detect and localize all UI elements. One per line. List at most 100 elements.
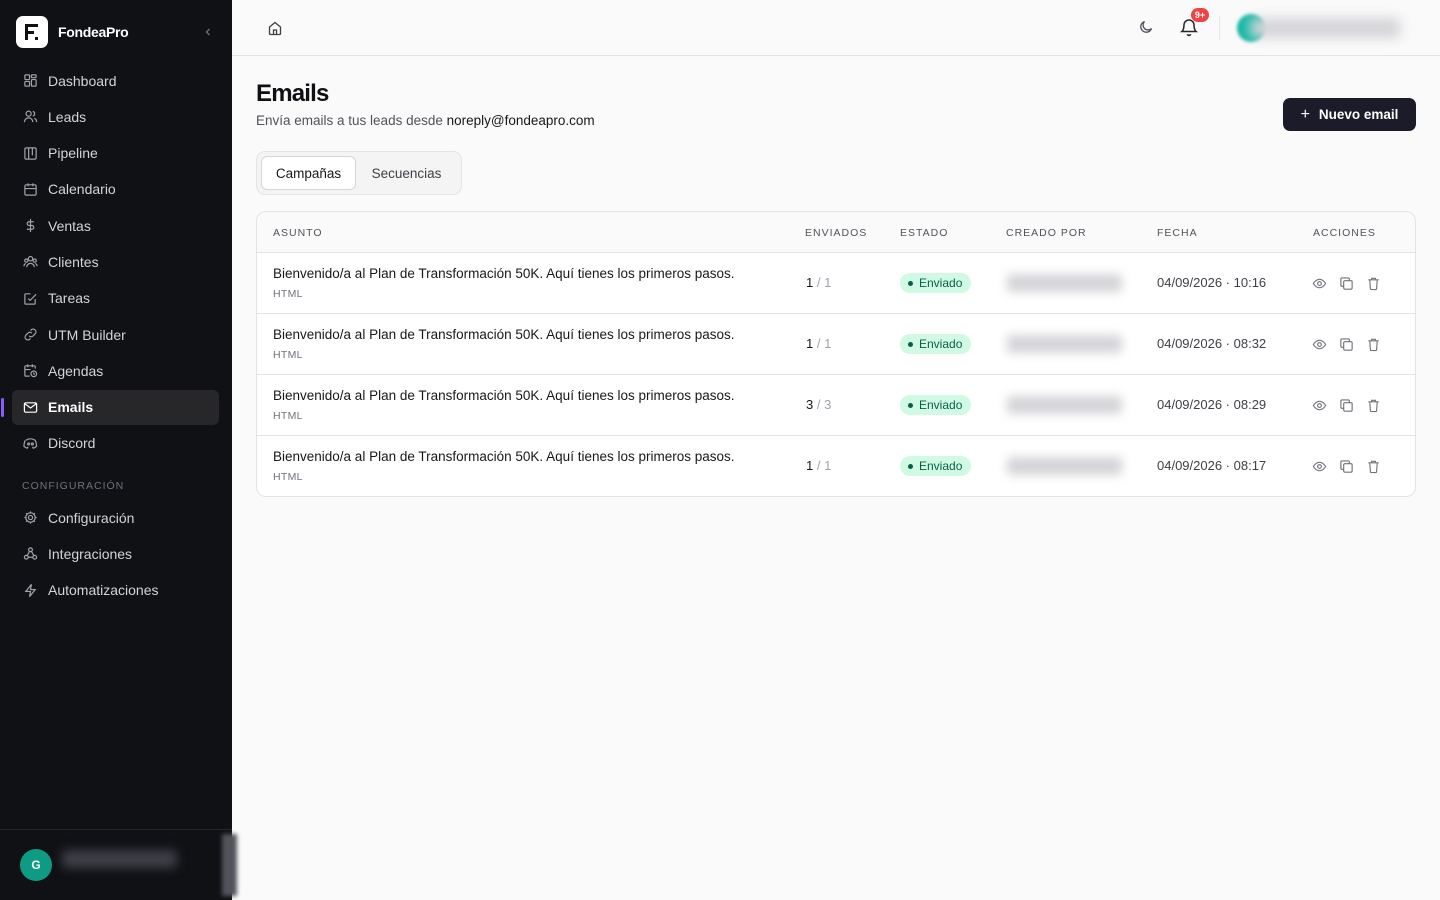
sidebar-item-label: Pipeline <box>48 145 98 162</box>
eye-icon[interactable] <box>1311 397 1328 414</box>
copy-icon[interactable] <box>1338 458 1355 475</box>
sidebar-item-calendario[interactable]: Calendario <box>12 172 219 207</box>
email-date: 04/09/2026 · 08:32 <box>1157 336 1267 351</box>
table-row[interactable]: Bienvenido/a al Plan de Transformación 5… <box>257 436 1415 496</box>
table-row[interactable]: Bienvenido/a al Plan de Transformación 5… <box>257 253 1415 314</box>
total-value: 1 <box>824 336 832 351</box>
sidebar-item-label: Emails <box>48 399 94 416</box>
sidebar-item-utm-builder[interactable]: UTM Builder <box>12 317 219 352</box>
table-row[interactable]: Bienvenido/a al Plan de Transformación 5… <box>257 375 1415 436</box>
status-badge: Enviado <box>900 395 972 415</box>
sidebar-item-automatizaciones[interactable]: Automatizaciones <box>12 573 219 608</box>
status-badge: Enviado <box>900 273 972 293</box>
webhook-icon <box>22 546 38 562</box>
eye-icon[interactable] <box>1311 275 1328 292</box>
divider <box>1219 16 1220 40</box>
row-actions <box>1311 275 1392 292</box>
table-row[interactable]: Bienvenido/a al Plan de Transformación 5… <box>257 314 1415 375</box>
sidebar-item-label: Clientes <box>48 253 99 270</box>
column-header-fecha[interactable]: FECHA <box>1157 227 1198 239</box>
table-header: ASUNTO ENVIADOS ESTADO CREADO POR FECHA … <box>257 212 1415 253</box>
sent-count: 1 / 1 <box>806 458 832 473</box>
user-name-redacted[interactable] <box>1250 18 1400 38</box>
sidebar-item-clientes[interactable]: Clientes <box>12 244 219 279</box>
trash-icon[interactable] <box>1365 397 1382 414</box>
sidebar-item-integraciones[interactable]: Integraciones <box>12 536 219 571</box>
gear-icon <box>22 510 38 526</box>
status-label: Enviado <box>919 459 963 473</box>
email-subject[interactable]: Bienvenido/a al Plan de Transformación 5… <box>273 266 735 281</box>
pipeline-icon <box>22 145 38 161</box>
config-nav: Configuración Integraciones Automatizaci… <box>12 500 219 609</box>
column-header-creado-por[interactable]: CREADO POR <box>1006 227 1087 239</box>
column-header-estado[interactable]: ESTADO <box>900 227 948 239</box>
sidebar-item-discord[interactable]: Discord <box>12 426 219 461</box>
calendar-clock-icon <box>22 363 38 379</box>
sidebar-item-label: Discord <box>48 435 96 452</box>
sidebar-item-ventas[interactable]: Ventas <box>12 208 219 243</box>
sidebar-item-configuracion[interactable]: Configuración <box>12 500 219 535</box>
eye-icon[interactable] <box>1311 336 1328 353</box>
sidebar-item-agendas[interactable]: Agendas <box>12 353 219 388</box>
email-subject[interactable]: Bienvenido/a al Plan de Transformación 5… <box>273 388 735 403</box>
sidebar-item-emails[interactable]: Emails <box>1 389 219 425</box>
copy-icon[interactable] <box>1338 397 1355 414</box>
eye-icon[interactable] <box>1311 458 1328 475</box>
brand-name: FondeaPro <box>58 24 129 40</box>
status-label: Enviado <box>919 398 963 412</box>
row-actions <box>1311 336 1392 353</box>
sidebar-item-tareas[interactable]: Tareas <box>12 281 219 316</box>
trash-icon[interactable] <box>1365 458 1382 475</box>
email-date: 04/09/2026 · 08:17 <box>1157 458 1267 473</box>
sidebar-item-pipeline[interactable]: Pipeline <box>12 136 219 171</box>
subtitle-text: Envía emails a tus leads desde <box>256 113 447 128</box>
status-badge: Enviado <box>900 456 972 476</box>
link-icon <box>22 327 38 343</box>
total-value: 1 <box>824 458 832 473</box>
column-header-enviados[interactable]: ENVIADOS <box>805 227 867 239</box>
sidebar-item-leads[interactable]: Leads <box>12 99 219 134</box>
home-icon[interactable] <box>266 19 284 37</box>
sidebar-item-label: UTM Builder <box>48 326 126 343</box>
email-format: HTML <box>273 471 303 483</box>
status-dot <box>908 280 913 286</box>
email-format: HTML <box>273 410 303 422</box>
brand-logo <box>16 16 48 48</box>
sidebar-item-label: Tareas <box>48 290 91 307</box>
sidebar-item-dashboard[interactable]: Dashboard <box>12 63 219 98</box>
trash-icon[interactable] <box>1365 275 1382 292</box>
moon-icon[interactable] <box>1138 19 1156 37</box>
total-value: 1 <box>824 275 832 290</box>
sidebar: FondeaPro Dashboard Leads Pipeline Calen… <box>0 0 237 900</box>
discord-icon <box>22 435 38 451</box>
creator-redacted <box>1007 335 1122 353</box>
email-format: HTML <box>273 349 303 361</box>
sidebar-item-label: Agendas <box>48 362 104 379</box>
page-title: Emails <box>256 80 329 107</box>
users-icon <box>22 109 38 125</box>
sidebar-item-label: Integraciones <box>48 545 133 562</box>
email-subject[interactable]: Bienvenido/a al Plan de Transformación 5… <box>273 449 735 464</box>
column-header-acciones: ACCIONES <box>1313 227 1376 239</box>
sender-email: noreply@fondeapro.com <box>446 113 595 128</box>
tab-secuencias[interactable]: Secuencias <box>356 156 457 190</box>
copy-icon[interactable] <box>1338 275 1355 292</box>
email-subject[interactable]: Bienvenido/a al Plan de Transformación 5… <box>273 327 735 342</box>
column-header-asunto[interactable]: ASUNTO <box>273 227 323 239</box>
brand[interactable]: FondeaPro <box>16 16 216 48</box>
email-format: HTML <box>273 288 303 300</box>
collapse-sidebar-icon[interactable] <box>200 24 216 40</box>
dashboard-icon <box>22 73 38 89</box>
sidebar-user[interactable]: G <box>0 829 232 900</box>
sidebar-nav: Dashboard Leads Pipeline Calendario Vent… <box>1 63 219 462</box>
copy-icon[interactable] <box>1338 336 1355 353</box>
plus-icon: + <box>1300 105 1310 123</box>
mail-icon <box>22 399 38 415</box>
tabs: Campañas Secuencias <box>256 151 462 195</box>
new-email-button[interactable]: + Nuevo email <box>1283 98 1416 131</box>
trash-icon[interactable] <box>1365 336 1382 353</box>
status-dot <box>908 341 913 347</box>
zap-icon <box>22 582 38 598</box>
tab-campanas[interactable]: Campañas <box>261 156 357 190</box>
status-badge: Enviado <box>900 334 972 354</box>
